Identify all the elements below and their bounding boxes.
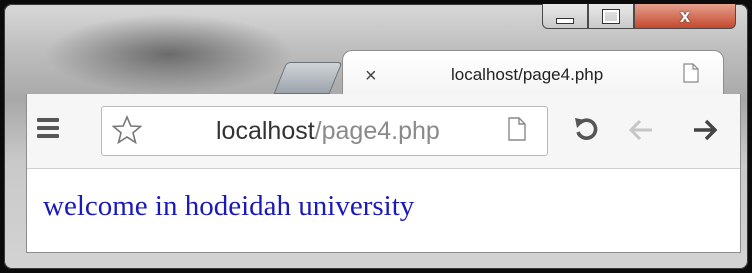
page-icon: [683, 63, 699, 83]
page-heading: welcome in hodeidah university: [43, 190, 415, 222]
toolbar: localhost/page4.php: [26, 94, 741, 168]
background-blur: [44, 14, 294, 94]
url-path: /page4.php: [314, 117, 440, 145]
content-divider: [27, 168, 740, 169]
active-tab[interactable]: × localhost/page4.php: [342, 50, 724, 99]
new-tab-button[interactable]: [273, 62, 343, 94]
tab-title: localhost/page4.php: [451, 65, 604, 84]
tab-close-icon[interactable]: ×: [365, 65, 377, 88]
menu-icon[interactable]: [37, 118, 59, 142]
window-controls: x: [542, 4, 738, 46]
close-icon: x: [679, 5, 690, 26]
star-icon[interactable]: [112, 115, 142, 145]
address-bar[interactable]: localhost/page4.php: [101, 106, 548, 156]
url-text[interactable]: localhost/page4.php: [216, 117, 440, 146]
forward-arrow-icon[interactable]: [691, 116, 719, 144]
back-arrow-icon[interactable]: [627, 116, 655, 144]
url-host: localhost: [216, 117, 315, 145]
page-content: welcome in hodeidah university: [26, 168, 741, 253]
maximize-icon: [602, 8, 620, 24]
maximize-button[interactable]: [588, 4, 634, 29]
minimize-icon: [556, 18, 574, 24]
reload-icon[interactable]: [573, 116, 601, 144]
close-window-button[interactable]: x: [634, 4, 736, 29]
minimize-button[interactable]: [542, 4, 588, 29]
page-icon[interactable]: [508, 117, 526, 141]
